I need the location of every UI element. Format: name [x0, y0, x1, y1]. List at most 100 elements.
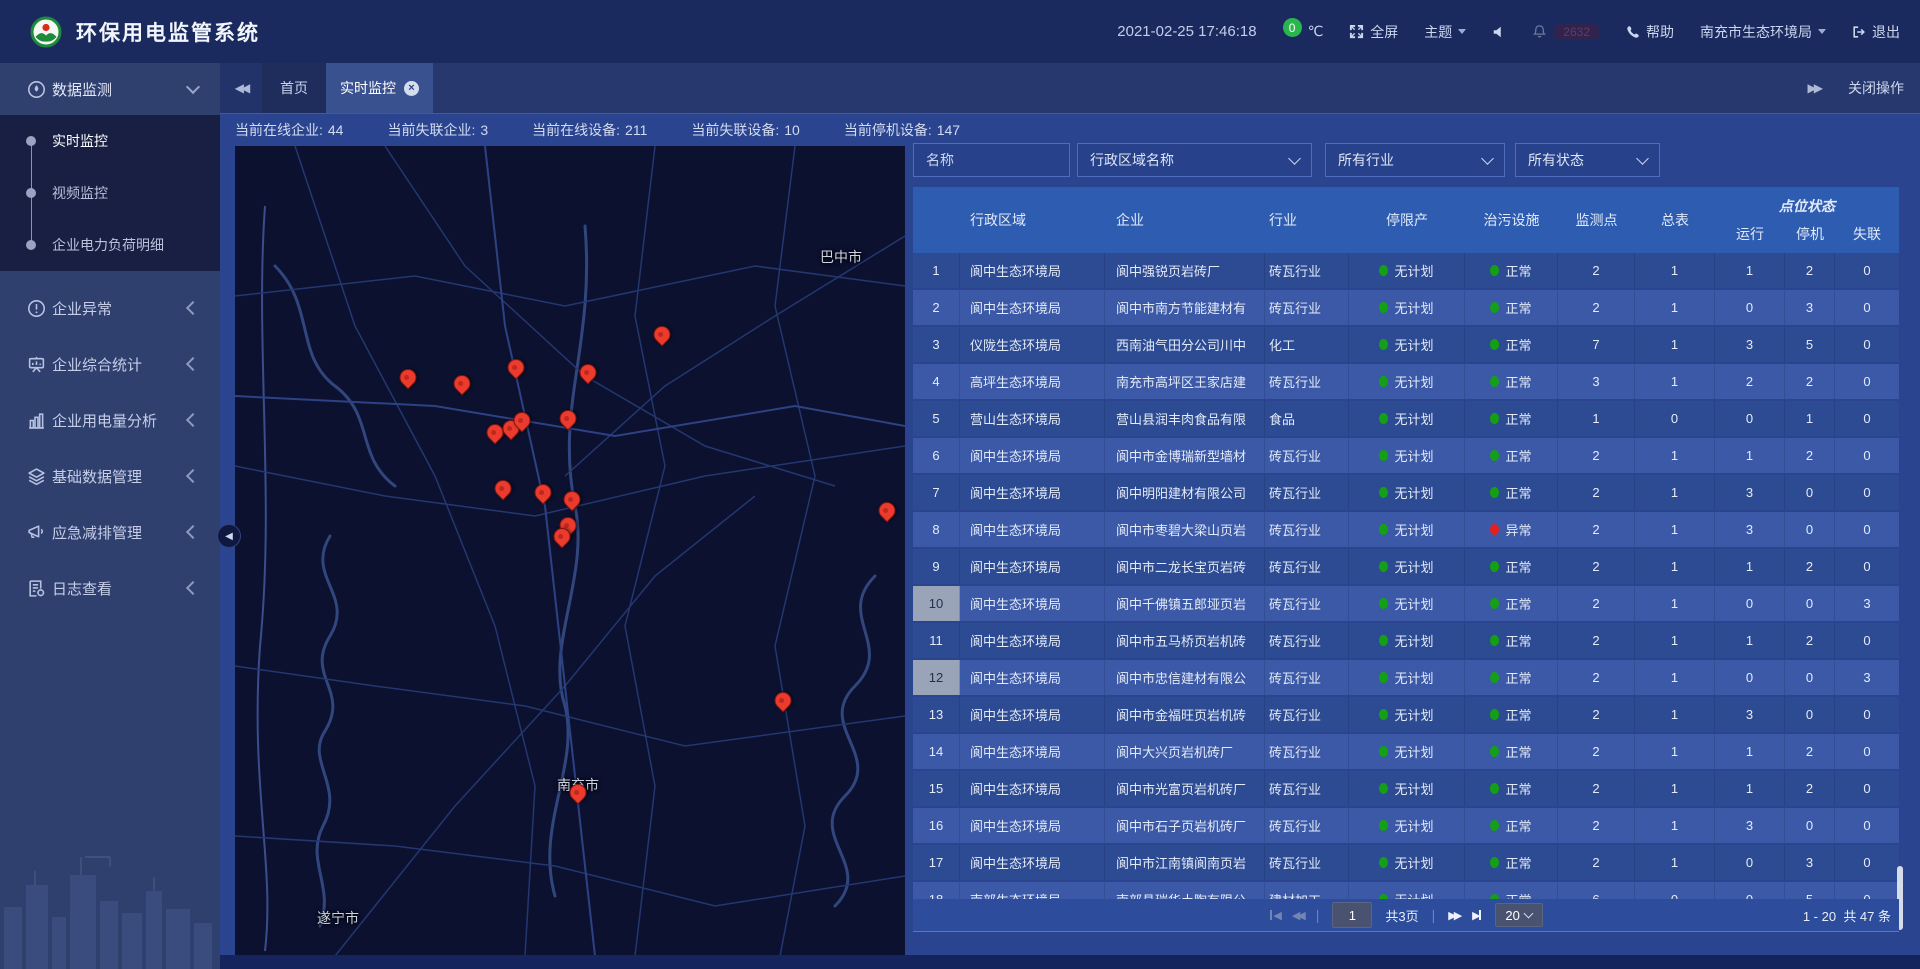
row-lost: 0	[1835, 438, 1899, 473]
row-stopped: 3	[1785, 290, 1835, 325]
table-row[interactable]: 6 阆中生态环境局 阆中市金博瑞新型墙材 砖瓦行业 无计划 正常 2 1 1	[913, 438, 1899, 473]
table-row[interactable]: 1 阆中生态环境局 阆中强锐页岩砖厂 砖瓦行业 无计划 正常 2 1 1	[913, 253, 1899, 288]
name-input[interactable]	[914, 152, 1069, 168]
facility-status-dot	[1490, 450, 1499, 461]
page-number-input[interactable]	[1332, 902, 1372, 928]
status-select[interactable]: 所有状态	[1515, 143, 1660, 177]
row-region: 阆中生态环境局	[960, 808, 1105, 843]
map-pin-icon[interactable]	[535, 484, 552, 501]
table-row[interactable]: 12 阆中生态环境局 阆中市忠信建材有限公 砖瓦行业 无计划 正常 2 1 0	[913, 660, 1899, 695]
sidebar-group-data-monitoring[interactable]: 数据监测	[0, 63, 220, 115]
tab-scroll-left-button[interactable]: ◀◀	[220, 63, 262, 113]
tab-realtime-monitor[interactable]: 实时监控 ×	[326, 63, 433, 113]
row-region: 阆中生态环境局	[960, 660, 1105, 695]
row-monitor-points: 2	[1558, 808, 1635, 843]
sidebar-item-enterprise-abnormal[interactable]: 企业异常	[0, 280, 220, 336]
sidebar-item-base-data[interactable]: 基础数据管理	[0, 448, 220, 504]
next-page-button[interactable]: ▶▶	[1448, 909, 1459, 922]
map-pin-icon[interactable]	[775, 692, 792, 709]
theme-menu[interactable]: 主题	[1424, 22, 1466, 42]
col-running: 运行	[1715, 224, 1785, 244]
table-row[interactable]: 5 营山生态环境局 营山县润丰肉食品有限 食品 无计划 正常 1 0 0	[913, 401, 1899, 436]
stat-item: 当前失联企业:3	[387, 120, 488, 140]
table-row[interactable]: 2 阆中生态环境局 阆中市南方节能建材有 砖瓦行业 无计划 正常 2 1 0	[913, 290, 1899, 325]
table-row[interactable]: 17 阆中生态环境局 阆中市江南镇阆南页岩 砖瓦行业 无计划 正常 2 1 0	[913, 845, 1899, 880]
table-row[interactable]: 9 阆中生态环境局 阆中市二龙长宝页岩砖 砖瓦行业 无计划 正常 2 1 1	[913, 549, 1899, 584]
row-index-cell: 10	[913, 586, 960, 621]
sidebar-item-realtime-monitor[interactable]: 实时监控	[0, 115, 220, 167]
tab-close-icon[interactable]: ×	[404, 81, 419, 96]
table-row[interactable]: 3 仪陇生态环境局 西南油气田分公司川中 化工 无计划 正常 7 1 3	[913, 327, 1899, 362]
map-pin-icon[interactable]	[495, 480, 512, 497]
sidebar-item-log-view[interactable]: 日志查看	[0, 560, 220, 616]
map-pin-icon[interactable]	[570, 784, 587, 801]
row-stop-limit: 无计划	[1349, 660, 1465, 695]
status-dot-green	[1379, 561, 1388, 572]
map-pin-icon[interactable]	[454, 375, 471, 392]
sidebar-item-power-analysis[interactable]: 企业用电量分析	[0, 392, 220, 448]
region-select[interactable]: 行政区域名称	[1077, 143, 1312, 177]
tab-scroll-right-button[interactable]: ▶▶	[1808, 81, 1820, 95]
row-pollution-facility: 正常	[1465, 290, 1558, 325]
close-operations-button[interactable]: 关闭操作	[1848, 78, 1904, 98]
prev-page-button[interactable]: ◀◀	[1292, 909, 1303, 922]
sidebar-item-emergency-reduction[interactable]: 应急减排管理	[0, 504, 220, 560]
map-pin-icon[interactable]	[508, 359, 525, 376]
map-pin-icon[interactable]	[564, 491, 581, 508]
bell-icon	[1532, 24, 1547, 39]
sidebar-item-power-load-detail[interactable]: 企业电力负荷明细	[0, 219, 220, 271]
map-pin-icon[interactable]	[654, 326, 671, 343]
page-size-select[interactable]: 20	[1495, 903, 1543, 927]
map-pin-icon[interactable]	[879, 502, 896, 519]
map-pin-icon[interactable]	[560, 410, 577, 427]
sidebar-item-video-monitor[interactable]: 视频监控	[0, 167, 220, 219]
user-org-menu[interactable]: 南充市生态环境局	[1700, 22, 1826, 42]
table-row[interactable]: 8 阆中生态环境局 阆中市枣碧大梁山页岩 砖瓦行业 无计划 异常 2 1 3	[913, 512, 1899, 547]
row-monitor-points: 2	[1558, 771, 1635, 806]
table-row[interactable]: 10 阆中生态环境局 阆中千佛镇五郎垭页岩 砖瓦行业 无计划 正常 2 1 0	[913, 586, 1899, 621]
map-pin-icon[interactable]	[580, 364, 597, 381]
logout-button[interactable]: 退出	[1852, 22, 1900, 42]
table-row[interactable]: 14 阆中生态环境局 阆中大兴页岩机砖厂 砖瓦行业 无计划 正常 2 1 1	[913, 734, 1899, 769]
map-pin-icon[interactable]	[554, 528, 571, 545]
col-group-point-status: 点位状态 运行 停机 失联	[1715, 187, 1899, 253]
status-dot-green	[1379, 265, 1388, 276]
row-industry: 砖瓦行业	[1265, 438, 1349, 473]
table-row[interactable]: 16 阆中生态环境局 阆中市石子页岩机砖厂 砖瓦行业 无计划 正常 2 1 3	[913, 808, 1899, 843]
sidebar-collapse-button[interactable]: ◀	[217, 524, 241, 548]
col-stop-limit: 停限产	[1349, 187, 1465, 253]
mute-button[interactable]	[1492, 25, 1506, 39]
row-lost: 0	[1835, 845, 1899, 880]
notifications[interactable]: 2632	[1532, 24, 1600, 40]
help-button[interactable]: 帮助	[1626, 22, 1674, 42]
first-page-button[interactable]: ◀	[1269, 909, 1278, 922]
table-row[interactable]: 7 阆中生态环境局 阆中明阳建材有限公司 砖瓦行业 无计划 正常 2 1 3	[913, 475, 1899, 510]
table-row[interactable]: 4 高坪生态环境局 南充市高坪区王家店建 砖瓦行业 无计划 正常 3 1 2	[913, 364, 1899, 399]
fullscreen-button[interactable]: 全屏	[1349, 22, 1398, 42]
table-row[interactable]: 13 阆中生态环境局 阆中市金福旺页岩机砖 砖瓦行业 无计划 正常 2 1 3	[913, 697, 1899, 732]
main-content: 当前在线企业:44 当前失联企业:3 当前在线设备:211 当前失联设备:10 …	[220, 113, 1920, 956]
facility-status-dot	[1490, 376, 1499, 387]
table-row[interactable]: 18 南部生态环境局 南部县瑞华土陶有限公 建材加工 无计划 正常 6 0 0	[913, 882, 1899, 899]
industry-select[interactable]: 所有行业	[1325, 143, 1505, 177]
chevron-down-icon	[1636, 152, 1649, 165]
app-title: 环保用电监管系统	[76, 17, 260, 47]
row-stopped: 2	[1785, 734, 1835, 769]
tab-home[interactable]: 首页	[262, 63, 326, 113]
stat-item: 当前在线企业:44	[235, 120, 343, 140]
map-pin-icon[interactable]	[400, 369, 417, 386]
sidebar-item-enterprise-statistics[interactable]: 企业综合统计	[0, 336, 220, 392]
map-pin-icon[interactable]	[487, 424, 504, 441]
table-row[interactable]: 15 阆中生态环境局 阆中市光富页岩机砖厂 砖瓦行业 无计划 正常 2 1 1	[913, 771, 1899, 806]
table-row[interactable]: 11 阆中生态环境局 阆中市五马桥页岩机砖 砖瓦行业 无计划 正常 2 1 1	[913, 623, 1899, 658]
table-header: 行政区域 企业 行业 停限产 治污设施 监测点 总表 点位状态 运行 停机 失联	[913, 187, 1899, 253]
row-index-cell: 5	[913, 401, 960, 436]
map-pin-icon[interactable]	[514, 412, 531, 429]
row-region: 阆中生态环境局	[960, 845, 1105, 880]
last-page-button[interactable]: ▶	[1472, 909, 1481, 922]
name-filter-input[interactable]	[913, 143, 1070, 177]
map-panel[interactable]: 巴中市 南充市 遂宁市	[235, 146, 905, 956]
temperature-badge: 0	[1283, 18, 1302, 37]
row-lost: 0	[1835, 882, 1899, 899]
row-industry: 砖瓦行业	[1265, 771, 1349, 806]
